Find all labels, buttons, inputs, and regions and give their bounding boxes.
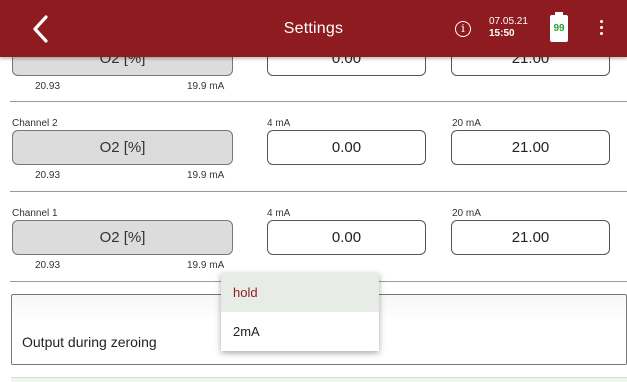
value-20ma-field[interactable]: 21.00: [451, 130, 610, 165]
dropdown-option-2ma[interactable]: 2mA: [221, 312, 379, 351]
zeroing-output-dropdown: hold 2mA: [221, 273, 379, 351]
row-divider: [10, 101, 627, 102]
label-20ma: 20 mA: [452, 118, 481, 129]
output-current: 19.9 mA: [187, 81, 225, 92]
dropdown-option-hold[interactable]: hold: [221, 273, 379, 312]
output-current: 19.9 mA: [187, 260, 225, 271]
next-section-edge: [11, 377, 627, 382]
app-header: Settings i 07.05.21 15:50 99: [0, 0, 627, 57]
value-4ma-field[interactable]: 0.00: [267, 220, 426, 255]
measured-value: 20.93: [35, 170, 61, 181]
label-4ma: 4 mA: [267, 118, 291, 129]
output-current: 19.9 mA: [187, 170, 225, 181]
battery-icon: 99: [550, 12, 568, 42]
value-20ma-field[interactable]: 21.00: [451, 220, 610, 255]
row-divider: [10, 191, 627, 192]
unit-select[interactable]: O2 [%]: [12, 130, 233, 165]
label-20ma: 20 mA: [452, 208, 481, 219]
date-text: 07.05.21: [489, 16, 528, 27]
value-4ma-field[interactable]: 0.00: [267, 130, 426, 165]
unit-select[interactable]: O2 [%]: [12, 220, 233, 255]
zeroing-label: Output during zeroing: [22, 334, 157, 350]
page-title: Settings: [283, 20, 344, 37]
date-time: 07.05.21 15:50: [489, 16, 528, 40]
channel-label: Channel 2: [12, 118, 58, 129]
more-options-icon[interactable]: [596, 18, 606, 40]
info-icon[interactable]: i: [455, 21, 471, 37]
channel-label: Channel 1: [12, 208, 58, 219]
measured-value: 20.93: [35, 81, 61, 92]
battery-percent: 99: [553, 23, 565, 34]
label-4ma: 4 mA: [267, 208, 291, 219]
measured-value: 20.93: [35, 260, 61, 271]
time-text: 15:50: [489, 28, 515, 39]
